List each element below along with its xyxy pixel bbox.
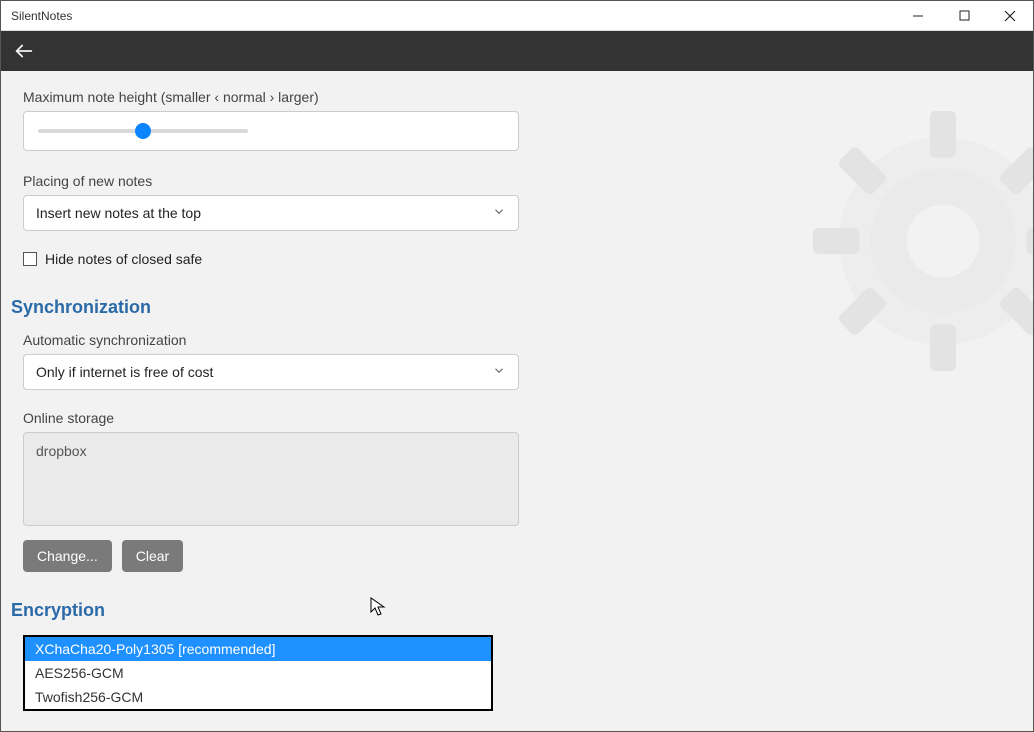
- slider-track[interactable]: [38, 129, 248, 133]
- window-controls: [895, 1, 1033, 30]
- hide-safe-label: Hide notes of closed safe: [45, 251, 202, 267]
- placing-value: Insert new notes at the top: [36, 205, 201, 221]
- online-storage-box: dropbox: [23, 432, 519, 526]
- note-height-slider[interactable]: [23, 111, 519, 151]
- placing-label: Placing of new notes: [23, 173, 519, 189]
- online-storage-value: dropbox: [36, 443, 87, 459]
- settings-content: Maximum note height (smaller ‹ normal › …: [1, 71, 1033, 731]
- auto-sync-label: Automatic synchronization: [23, 332, 519, 348]
- encryption-option-1[interactable]: XChaCha20-Poly1305 [recommended]: [25, 637, 491, 661]
- gear-icon: [813, 111, 1033, 371]
- hide-safe-row[interactable]: Hide notes of closed safe: [23, 251, 519, 267]
- chevron-down-icon: [492, 364, 506, 381]
- online-storage-label: Online storage: [23, 410, 519, 426]
- auto-sync-value: Only if internet is free of cost: [36, 364, 213, 380]
- maximize-button[interactable]: [941, 1, 987, 30]
- chevron-down-icon: [492, 205, 506, 222]
- note-height-label: Maximum note height (smaller ‹ normal › …: [23, 89, 519, 105]
- encryption-option-3[interactable]: Twofish256-GCM: [25, 685, 491, 709]
- auto-sync-select[interactable]: Only if internet is free of cost: [23, 354, 519, 390]
- window-titlebar: SilentNotes: [1, 1, 1033, 31]
- hide-safe-checkbox[interactable]: [23, 252, 37, 266]
- encryption-dropdown[interactable]: XChaCha20-Poly1305 [recommended] AES256-…: [23, 635, 493, 711]
- back-arrow-icon[interactable]: [13, 40, 35, 62]
- encryption-option-2[interactable]: AES256-GCM: [25, 661, 491, 685]
- minimize-button[interactable]: [895, 1, 941, 30]
- sync-heading: Synchronization: [11, 297, 519, 318]
- change-button[interactable]: Change...: [23, 540, 112, 572]
- app-toolbar: [1, 31, 1033, 71]
- slider-thumb[interactable]: [135, 123, 151, 139]
- window-title: SilentNotes: [11, 9, 72, 23]
- encryption-heading: Encryption: [11, 600, 519, 621]
- close-button[interactable]: [987, 1, 1033, 30]
- clear-button[interactable]: Clear: [122, 540, 183, 572]
- placing-select[interactable]: Insert new notes at the top: [23, 195, 519, 231]
